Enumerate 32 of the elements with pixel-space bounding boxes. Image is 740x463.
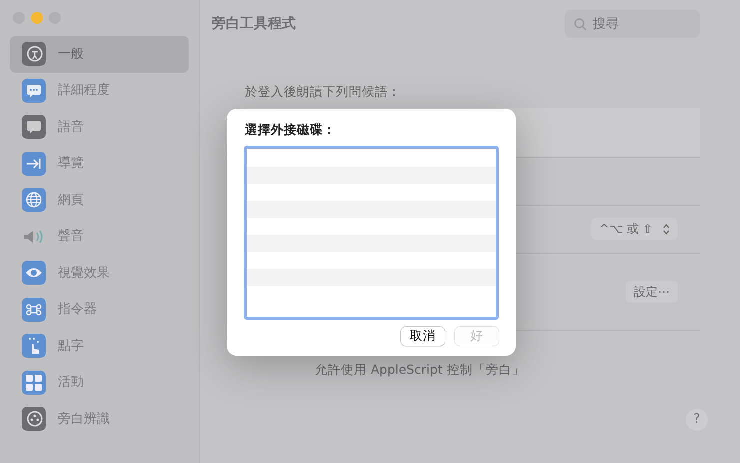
globe-icon (22, 188, 46, 212)
sidebar-item[interactable]: 點字 (10, 328, 189, 364)
settings-button[interactable]: 設定⋯ (626, 280, 678, 303)
checkbox-label[interactable]: 允許使用 AppleScript 控制「旁白」 (315, 360, 700, 380)
speech-bubble-icon (22, 115, 46, 140)
sidebar-item[interactable]: 網頁 (10, 182, 189, 218)
arrow-to-bar-icon (22, 152, 46, 176)
search-field[interactable]: 搜尋 (565, 10, 700, 38)
sidebar-item[interactable]: 指令器 (10, 292, 189, 328)
speech-bubble-icon (22, 78, 46, 103)
field-label: 於登入後朗讀下列問候語： (245, 83, 402, 101)
disk-list[interactable] (244, 146, 499, 320)
dialog-title: 選擇外接磁碟： (245, 121, 337, 139)
sidebar-item[interactable]: 一般 (10, 36, 189, 72)
app-grid-icon (22, 370, 46, 395)
sidebar-item[interactable]: 活動 (10, 364, 189, 401)
help-button[interactable]: ? (686, 409, 708, 431)
cancel-button[interactable]: 取消 (401, 326, 445, 346)
sidebar-item[interactable]: 導覽 (10, 146, 189, 182)
sidebar-item[interactable]: 旁白辨識 (10, 401, 189, 438)
modifier-popup[interactable]: ^⌥ 或 ⇧ (591, 218, 678, 240)
hand-pointer-icon (22, 334, 46, 358)
sidebar-item[interactable]: 語音 (10, 109, 189, 146)
up-down-chevron-icon (663, 224, 670, 235)
window-button[interactable] (31, 12, 43, 24)
search-icon (574, 18, 587, 31)
sidebar-item[interactable]: 聲音 (10, 218, 189, 255)
command-key-icon (22, 298, 46, 322)
window-title: 旁白工具程式 (212, 14, 296, 34)
eye-icon (22, 261, 46, 286)
sidebar-item[interactable]: 詳細程度 (10, 72, 189, 109)
sidebar-item[interactable]: 視覺效果 (10, 255, 189, 292)
